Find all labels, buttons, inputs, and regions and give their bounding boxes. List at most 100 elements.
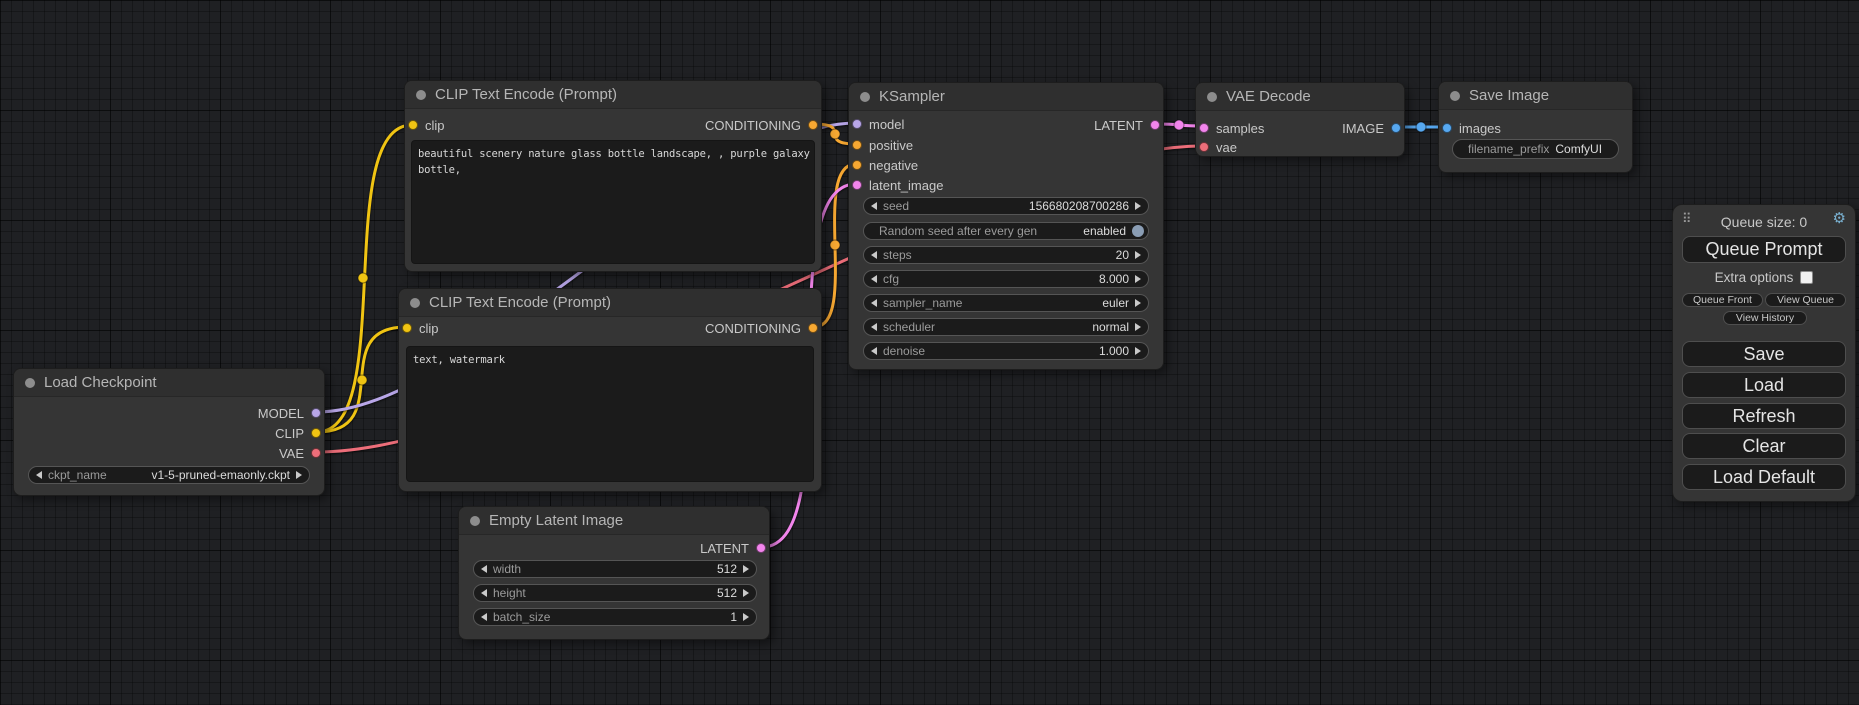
node-title: CLIP Text Encode (Prompt) (429, 294, 611, 311)
prompt-textarea[interactable]: beautiful scenery nature glass bottle la… (411, 140, 815, 264)
output-port-conditioning[interactable] (808, 120, 818, 130)
input-port-vae[interactable] (1199, 142, 1209, 152)
prompt-textarea[interactable]: text, watermark (406, 346, 814, 482)
increment-arrow-icon[interactable] (1135, 323, 1141, 331)
load-default-button[interactable]: Load Default (1682, 464, 1846, 490)
widget-height[interactable]: height 512 (473, 584, 757, 602)
queue-prompt-button[interactable]: Queue Prompt (1682, 236, 1846, 263)
output-slot-model: MODEL (258, 405, 321, 421)
slot-label: negative (869, 158, 918, 173)
node-status-dot-icon (1450, 91, 1460, 101)
node-title: Load Checkpoint (44, 374, 157, 391)
output-port-clip[interactable] (311, 428, 321, 438)
input-port-negative[interactable] (852, 160, 862, 170)
link-midpoint-dot[interactable] (358, 273, 368, 283)
increment-arrow-icon[interactable] (1135, 251, 1141, 259)
save-button[interactable]: Save (1682, 341, 1846, 367)
clear-button[interactable]: Clear (1682, 433, 1846, 459)
view-history-button[interactable]: View History (1723, 311, 1807, 325)
decrement-arrow-icon[interactable] (481, 613, 487, 621)
link-midpoint-dot[interactable] (1174, 120, 1184, 130)
node-title-bar[interactable]: CLIP Text Encode (Prompt) (399, 289, 821, 317)
link-midpoint-dot[interactable] (830, 129, 840, 139)
widget-seed[interactable]: seed 156680208700286 (863, 197, 1149, 215)
node-status-dot-icon (860, 92, 870, 102)
widget-batch-size[interactable]: batch_size 1 (473, 608, 757, 626)
decrement-arrow-icon[interactable] (871, 275, 877, 283)
widget-cfg[interactable]: cfg 8.000 (863, 270, 1149, 288)
decrement-arrow-icon[interactable] (871, 202, 877, 210)
input-slot-positive: positive (852, 137, 913, 153)
widget-ckpt-name[interactable]: ckpt_name v1-5-pruned-emaonly.ckpt (28, 466, 310, 484)
decrement-arrow-icon[interactable] (871, 251, 877, 259)
node-save-image[interactable]: Save Image images filename_prefix ComfyU… (1438, 81, 1633, 173)
settings-gear-icon[interactable]: ⚙ (1833, 211, 1846, 226)
view-queue-button[interactable]: View Queue (1765, 293, 1846, 307)
increment-arrow-icon[interactable] (1135, 202, 1141, 210)
node-graph-canvas[interactable]: Load Checkpoint MODEL CLIP VAE ckpt_name… (0, 0, 1859, 705)
increment-arrow-icon[interactable] (743, 565, 749, 573)
decrement-arrow-icon[interactable] (871, 347, 877, 355)
widget-random-seed-toggle[interactable]: Random seed after every gen enabled (863, 222, 1149, 240)
node-empty-latent-image[interactable]: Empty Latent Image LATENT width 512 heig… (458, 506, 770, 640)
node-title-bar[interactable]: Save Image (1439, 82, 1632, 110)
increment-arrow-icon[interactable] (743, 613, 749, 621)
refresh-button[interactable]: Refresh (1682, 403, 1846, 429)
input-port-model[interactable] (852, 119, 862, 129)
node-title-bar[interactable]: Empty Latent Image (459, 507, 769, 535)
load-button[interactable]: Load (1682, 372, 1846, 398)
node-title-bar[interactable]: KSampler (849, 83, 1163, 111)
output-port-latent[interactable] (1150, 120, 1160, 130)
node-title-bar[interactable]: Load Checkpoint (14, 369, 324, 397)
widget-label: denoise (883, 344, 925, 358)
input-port-samples[interactable] (1199, 123, 1209, 133)
input-port-images[interactable] (1442, 123, 1452, 133)
decrement-arrow-icon[interactable] (481, 565, 487, 573)
extra-options-checkbox[interactable] (1800, 271, 1813, 284)
queue-front-button[interactable]: Queue Front (1682, 293, 1763, 307)
increment-arrow-icon[interactable] (1135, 347, 1141, 355)
output-slot-conditioning: CONDITIONING (705, 320, 818, 336)
increment-arrow-icon[interactable] (296, 471, 302, 479)
decrement-arrow-icon[interactable] (481, 589, 487, 597)
output-port-conditioning[interactable] (808, 323, 818, 333)
node-vae-decode[interactable]: VAE Decode samples vae IMAGE (1195, 82, 1405, 157)
node-ksampler[interactable]: KSampler model positive negative latent_… (848, 82, 1164, 370)
widget-steps[interactable]: steps 20 (863, 246, 1149, 264)
input-port-latent-image[interactable] (852, 180, 862, 190)
widget-denoise[interactable]: denoise 1.000 (863, 342, 1149, 360)
input-slot-model: model (852, 116, 904, 132)
widget-filename-prefix[interactable]: filename_prefix ComfyUI (1452, 139, 1619, 159)
increment-arrow-icon[interactable] (743, 589, 749, 597)
decrement-arrow-icon[interactable] (36, 471, 42, 479)
widget-scheduler[interactable]: scheduler normal (863, 318, 1149, 336)
decrement-arrow-icon[interactable] (871, 323, 877, 331)
node-title-bar[interactable]: CLIP Text Encode (Prompt) (405, 81, 821, 109)
widget-width[interactable]: width 512 (473, 560, 757, 578)
widget-label: seed (883, 199, 909, 213)
node-load-checkpoint[interactable]: Load Checkpoint MODEL CLIP VAE ckpt_name… (13, 368, 325, 496)
output-port-vae[interactable] (311, 448, 321, 458)
output-slot-image: IMAGE (1342, 120, 1401, 136)
increment-arrow-icon[interactable] (1135, 275, 1141, 283)
node-clip-text-encode-positive[interactable]: CLIP Text Encode (Prompt) clip CONDITION… (404, 80, 822, 272)
output-port-model[interactable] (311, 408, 321, 418)
output-port-image[interactable] (1391, 123, 1401, 133)
input-port-clip[interactable] (402, 323, 412, 333)
slot-label: CONDITIONING (705, 118, 801, 133)
input-port-positive[interactable] (852, 140, 862, 150)
link-midpoint-dot[interactable] (830, 240, 840, 250)
widget-sampler-name[interactable]: sampler_name euler (863, 294, 1149, 312)
node-clip-text-encode-negative[interactable]: CLIP Text Encode (Prompt) clip CONDITION… (398, 288, 822, 492)
input-port-clip[interactable] (408, 120, 418, 130)
link-midpoint-dot[interactable] (357, 375, 367, 385)
input-slot-vae: vae (1199, 139, 1237, 155)
decrement-arrow-icon[interactable] (871, 299, 877, 307)
slot-label: positive (869, 138, 913, 153)
output-slot-latent: LATENT (1094, 117, 1160, 133)
link-midpoint-dot[interactable] (1416, 122, 1426, 132)
output-port-latent[interactable] (756, 543, 766, 553)
node-title-bar[interactable]: VAE Decode (1196, 83, 1404, 111)
increment-arrow-icon[interactable] (1135, 299, 1141, 307)
toggle-dot-icon[interactable] (1132, 225, 1144, 237)
